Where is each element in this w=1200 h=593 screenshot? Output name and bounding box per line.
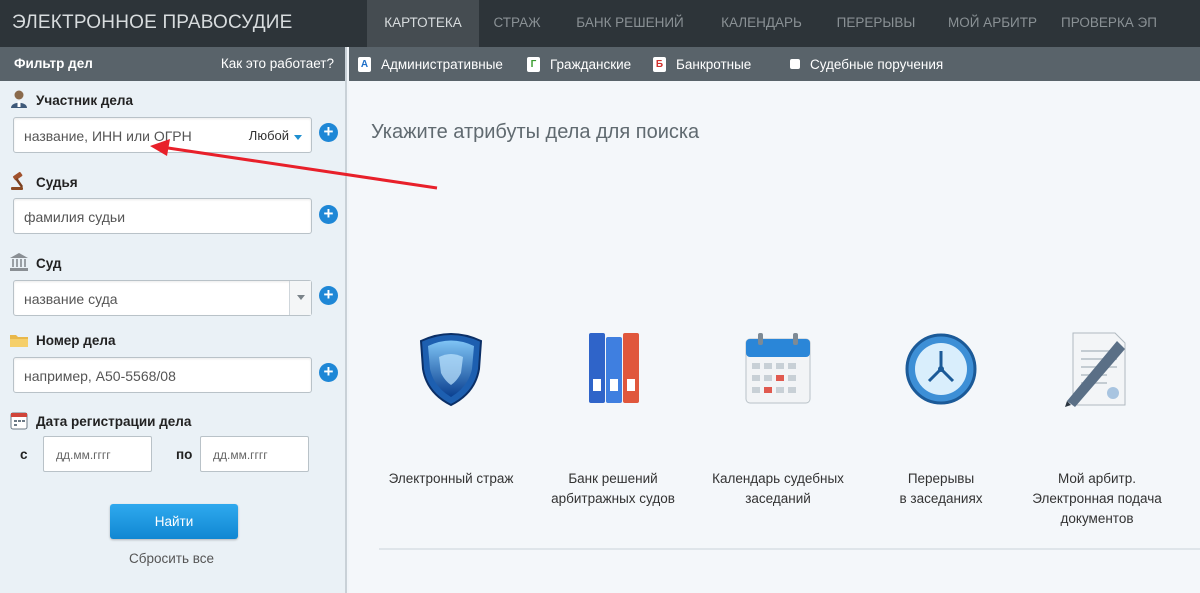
case-type-civil-label: Гражданские [550,56,632,72]
participant-input[interactable]: название, ИНН или ОГРН Любой [13,117,312,153]
service-strazh-caption: Электронный страж [371,469,531,489]
service-caption-line: Банк решений [568,471,658,486]
filter-header: Фильтр дел Как это работает? [0,47,345,81]
service-bank-caption: Банк решений арбитражных судов [533,469,693,509]
app-title[interactable]: ЭЛЕКТРОННОЕ ПРАВОСУДИЕ [12,12,293,34]
person-icon [11,90,27,108]
main-content: А Административные Г Гражданские Б Банкр… [349,47,1200,593]
search-button[interactable]: Найти [110,504,238,539]
binders-icon [589,333,639,403]
service-caption-line: в заседаниях [899,491,983,506]
shield-icon [419,333,483,407]
case-number-placeholder: например, А50-5568/08 [24,368,176,384]
date-to-placeholder: дд.мм.гггг [213,448,268,462]
date-from-label: с [20,447,28,462]
orders-checkbox[interactable] [790,59,800,69]
case-type-orders[interactable]: Судебные поручения [790,55,943,73]
add-judge-button[interactable]: + [319,205,338,224]
document-pen-icon [1065,332,1126,407]
date-from-placeholder: дд.мм.гггг [56,448,111,462]
case-type-bankrupt-label: Банкротные [676,56,752,72]
service-caption-line: Электронный страж [388,471,514,486]
add-court-button[interactable]: + [319,286,338,305]
judge-input[interactable]: фамилия судьи [13,198,312,234]
courthouse-icon [10,253,28,271]
civil-badge-icon: Г [527,56,540,72]
nav-bank-resheniy[interactable]: БАНК РЕШЕНИЙ [555,0,705,47]
court-dropdown-button[interactable] [289,281,311,315]
filter-title: Фильтр дел [14,56,93,71]
date-to-input[interactable]: дд.мм.гггг [200,436,309,472]
calendar-icon [745,333,811,404]
case-type-admin-label: Административные [381,56,503,72]
divider [379,548,1200,550]
nav-pereryvy[interactable]: ПЕРЕРЫВЫ [818,0,934,47]
chevron-down-icon [294,135,302,140]
reg-date-label: Дата регистрации дела [36,414,192,429]
nav-kartoteka[interactable]: КАРТОТЕКА [367,0,479,47]
case-type-bankrupt[interactable]: Б Банкротные [653,55,751,73]
service-moy-arbitr-caption: Мой арбитр. Электронная подача документо… [1017,469,1177,529]
service-caption-line: арбитражных судов [551,491,675,506]
search-prompt: Укажите атрибуты дела для поиска [371,121,700,143]
nav-strazh[interactable]: СТРАЖ [479,0,555,47]
court-label: Суд [36,256,62,271]
participant-placeholder: название, ИНН или ОГРН [24,128,192,144]
nav-proverka-ep[interactable]: ПРОВЕРКА ЭП [1051,0,1167,47]
nav-kalendar[interactable]: КАЛЕНДАРЬ [705,0,818,47]
bankrupt-badge-icon: Б [653,56,666,72]
how-it-works-link[interactable]: Как это работает? [221,56,334,71]
case-type-bar: А Административные Г Гражданские Б Банкр… [349,47,1200,81]
reset-all-link[interactable]: Сбросить все [129,551,214,566]
gavel-icon [11,171,24,190]
main-nav: КАРТОТЕКА СТРАЖ БАНК РЕШЕНИЙ КАЛЕНДАРЬ П… [367,0,1167,47]
service-caption-line: документов [1060,511,1134,526]
service-caption-line: Календарь судебных [712,471,844,486]
filter-sidebar: Фильтр дел Как это работает? Участник де… [0,47,347,593]
case-type-orders-label: Судебные поручения [810,56,944,72]
service-caption-line: Электронная подача [1032,491,1162,506]
case-type-civil[interactable]: Г Гражданские [527,55,631,73]
court-select[interactable]: название суда [13,280,312,316]
service-caption-line: Перерывы [907,471,975,486]
judge-label: Судья [36,175,78,190]
date-to-label: по [176,447,193,462]
folder-icon [10,335,28,347]
date-from-input[interactable]: дд.мм.гггг [43,436,152,472]
add-case-number-button[interactable]: + [319,363,338,382]
add-participant-button[interactable]: + [319,123,338,142]
case-number-label: Номер дела [36,333,116,348]
case-number-input[interactable]: например, А50-5568/08 [13,357,312,393]
participant-mode-select[interactable]: Любой [249,128,289,143]
nav-moy-arbitr[interactable]: МОЙ АРБИТР [934,0,1051,47]
calendar-small-icon [10,412,28,430]
admin-badge-icon: А [358,56,371,72]
judge-placeholder: фамилия судьи [24,209,126,225]
participant-label: Участник дела [36,93,133,108]
clock-icon [905,333,977,405]
service-caption-line: Мой арбитр. [1058,471,1136,486]
court-placeholder: название суда [24,291,118,307]
case-type-admin[interactable]: А Административные [358,55,503,73]
service-pereryvy-caption: Перерывы в заседаниях [861,469,1021,509]
top-bar: ЭЛЕКТРОННОЕ ПРАВОСУДИЕ КАРТОТЕКА СТРАЖ Б… [0,0,1200,47]
service-caption-line: заседаний [745,491,811,506]
service-kalendar-caption: Календарь судебных заседаний [698,469,858,509]
